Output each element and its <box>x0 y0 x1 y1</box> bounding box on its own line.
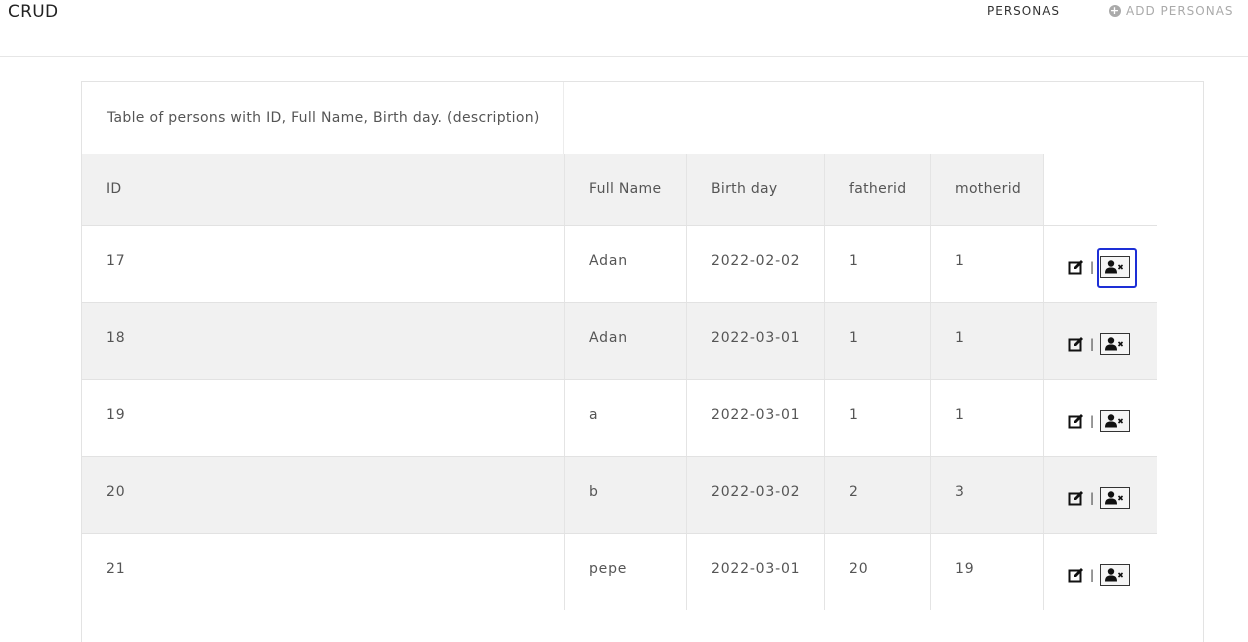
header-birth-day: Birth day <box>687 154 825 225</box>
header-id: ID <box>82 154 565 225</box>
cell-birth-day: 2022-03-02 <box>687 457 825 533</box>
cell-fatherid: 2 <box>825 457 931 533</box>
delete-person-button[interactable] <box>1097 248 1138 288</box>
cell-birth-day: 2022-02-02 <box>687 226 825 302</box>
table-header: ID Full Name Birth day fatherid motherid <box>82 154 1044 225</box>
nav-personas-link[interactable]: PERSONAS <box>987 4 1060 18</box>
cell-motherid: 1 <box>931 226 1044 302</box>
user-times-icon <box>1105 414 1124 428</box>
row-actions: | <box>1044 303 1157 379</box>
header-motherid: motherid <box>931 154 1044 225</box>
cell-motherid: 1 <box>931 303 1044 379</box>
cell-fatherid: 20 <box>825 534 931 610</box>
delete-person-button[interactable] <box>1100 564 1131 586</box>
user-times-icon <box>1105 337 1124 351</box>
delete-person-button[interactable] <box>1100 410 1131 432</box>
cell-birth-day: 2022-03-01 <box>687 380 825 456</box>
cell-full-name: Adan <box>565 303 687 379</box>
edit-icon[interactable] <box>1068 490 1084 506</box>
edit-icon[interactable] <box>1068 336 1084 352</box>
cell-motherid: 1 <box>931 380 1044 456</box>
cell-full-name: a <box>565 380 687 456</box>
edit-icon[interactable] <box>1068 259 1084 275</box>
table-row: 19 a 2022-03-01 1 1 | <box>82 379 1157 456</box>
table-row: 20 b 2022-03-02 2 3 | <box>82 456 1157 533</box>
row-actions: | <box>1044 534 1157 610</box>
plus-circle-icon: + <box>1109 4 1121 17</box>
delete-person-button[interactable] <box>1100 487 1131 509</box>
cell-full-name: Adan <box>565 226 687 302</box>
user-times-icon <box>1105 260 1124 274</box>
cell-id: 20 <box>82 457 565 533</box>
delete-person-button[interactable] <box>1100 333 1131 355</box>
cell-id: 18 <box>82 303 565 379</box>
row-actions: | <box>1044 380 1157 456</box>
action-separator: | <box>1090 568 1095 582</box>
action-separator: | <box>1090 260 1095 274</box>
table-card: Table of persons with ID, Full Name, Bir… <box>81 81 1204 642</box>
cell-fatherid: 1 <box>825 303 931 379</box>
row-actions: | <box>1044 457 1157 533</box>
cell-birth-day: 2022-03-01 <box>687 303 825 379</box>
cell-fatherid: 1 <box>825 380 931 456</box>
nav-add-label: ADD PERSONAS <box>1126 4 1234 18</box>
cell-full-name: b <box>565 457 687 533</box>
row-actions: | <box>1044 226 1157 302</box>
edit-icon[interactable] <box>1068 413 1084 429</box>
cell-id: 21 <box>82 534 565 610</box>
brand-link[interactable]: CRUD <box>8 2 58 22</box>
action-separator: | <box>1090 337 1095 351</box>
cell-fatherid: 1 <box>825 226 931 302</box>
header-fatherid: fatherid <box>825 154 931 225</box>
table-caption: Table of persons with ID, Full Name, Bir… <box>82 82 564 154</box>
table-row: 21 pepe 2022-03-01 20 19 | <box>82 533 1157 610</box>
action-separator: | <box>1090 414 1095 428</box>
edit-icon[interactable] <box>1068 567 1084 583</box>
cell-motherid: 19 <box>931 534 1044 610</box>
cell-motherid: 3 <box>931 457 1044 533</box>
cell-full-name: pepe <box>565 534 687 610</box>
action-separator: | <box>1090 491 1095 505</box>
cell-id: 19 <box>82 380 565 456</box>
table-row: 18 Adan 2022-03-01 1 1 | <box>82 302 1157 379</box>
header-full-name: Full Name <box>565 154 687 225</box>
cell-birth-day: 2022-03-01 <box>687 534 825 610</box>
navbar: CRUD PERSONAS + ADD PERSONAS <box>0 0 1248 57</box>
user-times-icon <box>1105 491 1124 505</box>
cell-id: 17 <box>82 226 565 302</box>
user-times-icon <box>1105 568 1124 582</box>
table-row: 17 Adan 2022-02-02 1 1 | <box>82 225 1157 302</box>
nav-add-personas-link[interactable]: + ADD PERSONAS <box>1109 4 1234 18</box>
